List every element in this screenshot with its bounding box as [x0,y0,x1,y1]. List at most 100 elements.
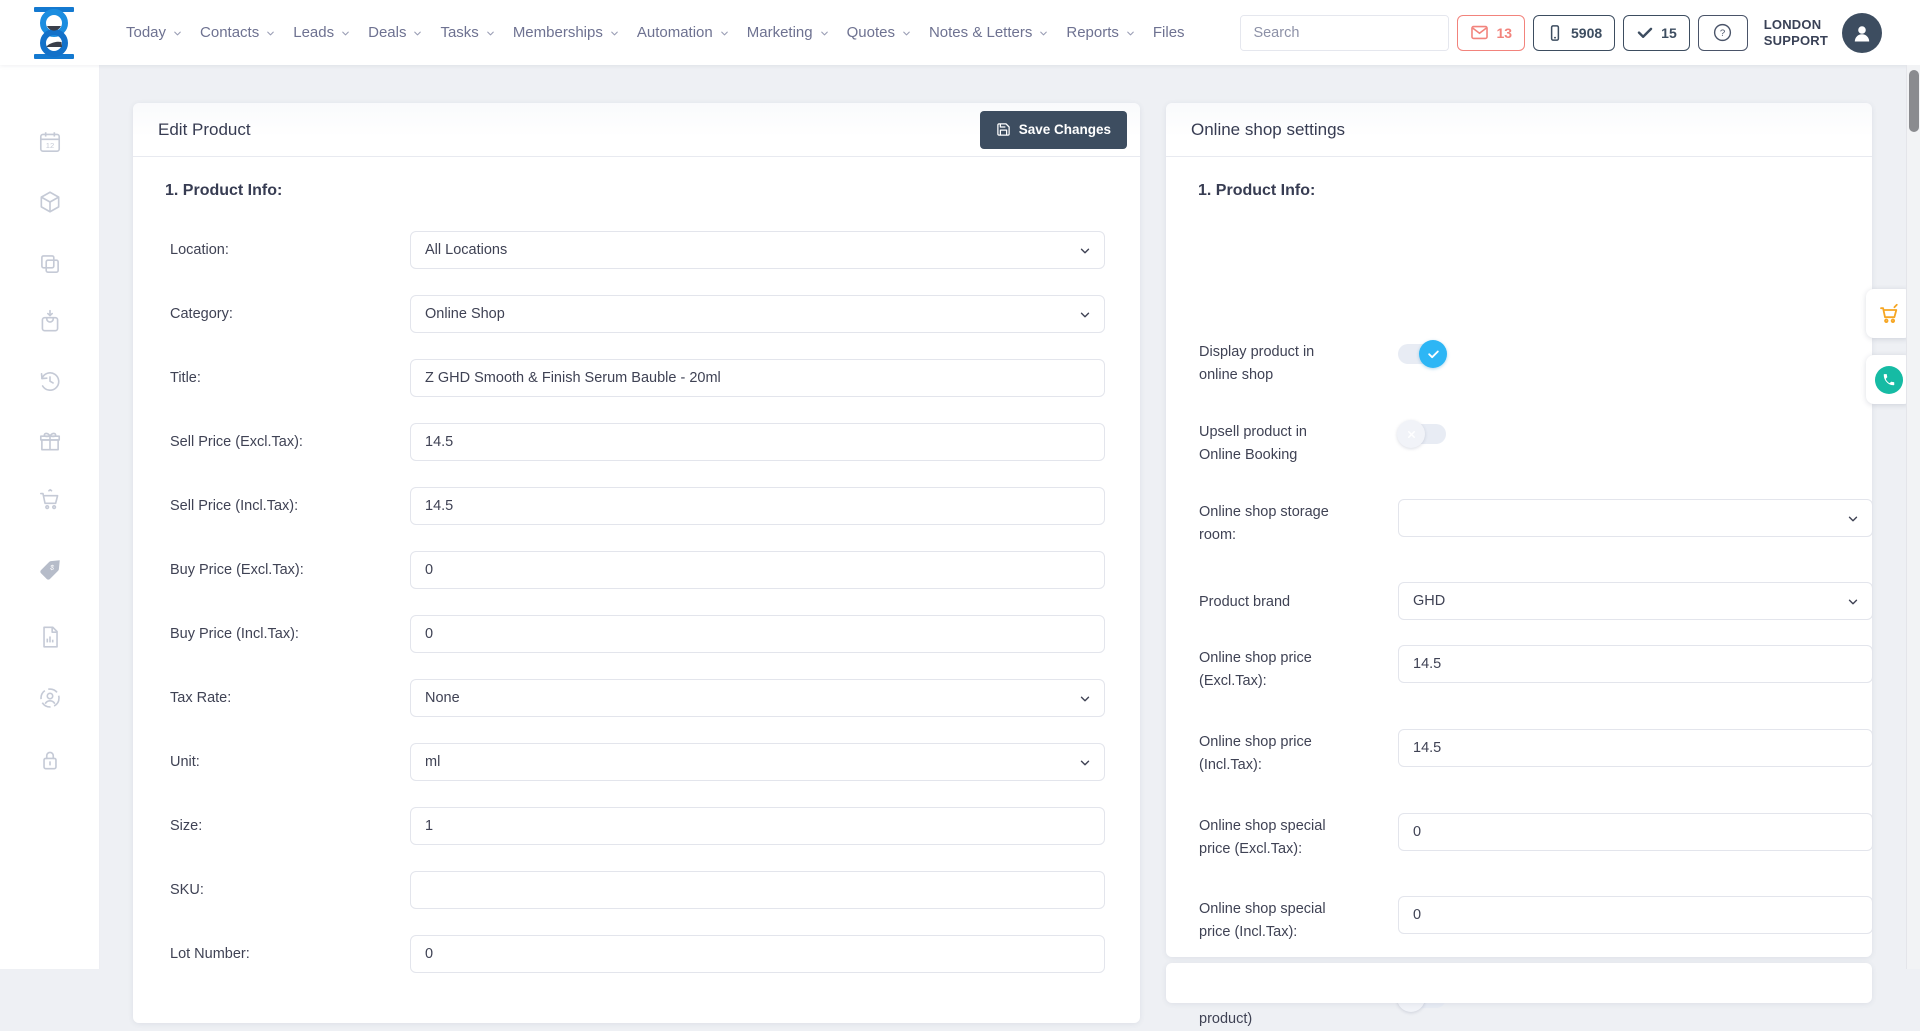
special-price-excl-field [1398,813,1873,851]
chevron-down-icon [1078,244,1092,258]
nav-item-notes-letters[interactable]: Notes & Letters [929,24,1049,41]
shop-price-incl-input[interactable] [1413,740,1858,756]
app-logo-hourglass-icon[interactable] [28,6,80,60]
nav-item-label: Contacts [200,24,259,41]
field-label-sku: SKU: [170,882,410,898]
location-select[interactable]: All Locations [410,231,1105,269]
nav-item-memberships[interactable]: Memberships [513,24,620,41]
chevron-down-icon [609,28,620,39]
lot-number-input[interactable] [425,946,1090,962]
product-brand-select[interactable]: GHD [1398,582,1873,620]
scrollbar-thumb[interactable] [1909,70,1919,132]
online-shop-header: Online shop settings [1166,103,1872,157]
sidebar-item-bag-receive-icon[interactable] [37,309,63,335]
sidebar-item-gift-icon[interactable] [37,428,63,454]
special-price-excl-input[interactable] [1413,824,1858,840]
global-search [1240,15,1449,51]
sell-price-excl-input[interactable] [425,434,1090,450]
online-shop-settings-panel: Online shop settings 1. Product Info: Di… [1166,103,1872,957]
unit-select[interactable]: ml [410,743,1105,781]
check-icon [1636,24,1654,42]
section-title-product-info-right: 1. Product Info: [1198,180,1872,202]
tax-rate-select[interactable]: None [410,679,1105,717]
sidebar-item-lock-icon[interactable] [37,747,63,773]
nav-item-label: Deals [368,24,406,41]
sidebar-item-calendar-icon[interactable]: 12 [37,129,63,155]
selected-value: ml [425,754,440,770]
nav-item-today[interactable]: Today [126,24,183,41]
mail-notifications-badge[interactable]: 13 [1457,15,1525,51]
buy-price-incl-input[interactable] [425,626,1090,642]
title-input[interactable] [425,370,1090,386]
sell-price-incl-input[interactable] [425,498,1090,514]
sidebar-item-account-icon[interactable] [37,685,63,711]
shop-price-excl-input[interactable] [1413,656,1858,672]
storage-room-select[interactable] [1398,499,1873,537]
search-input[interactable] [1241,16,1449,50]
selected-value: GHD [1413,593,1445,609]
chevron-down-icon [1078,756,1092,770]
tasks-badge[interactable]: 15 [1623,15,1690,51]
next-section-card-sliver [1166,963,1872,1003]
chevron-down-icon [1846,512,1860,526]
nav-item-label: Quotes [847,24,895,41]
sidebar-item-cart-icon[interactable] [37,487,63,513]
category-select[interactable]: Online Shop [410,295,1105,333]
title-field [410,359,1105,397]
calls-badge[interactable]: 5908 [1533,15,1615,51]
nav-item-tasks[interactable]: Tasks [440,24,495,41]
sidebar-item-package-icon[interactable] [37,189,63,215]
avatar[interactable] [1842,13,1882,53]
shop-price-excl-field [1398,645,1873,683]
chevron-down-icon [340,28,351,39]
sku-input[interactable] [425,882,1090,898]
nav-item-contacts[interactable]: Contacts [200,24,276,41]
main-menu: Today Contacts Leads Deals Tasks Memberships A… [126,24,1185,41]
nav-item-deals[interactable]: Deals [368,24,423,41]
sku-field [410,871,1105,909]
form-row-sku: SKU: [170,871,1140,909]
nav-item-label: Automation [637,24,713,41]
field-control-product-brand: GHD [1398,582,1873,620]
nav-item-quotes[interactable]: Quotes [847,24,912,41]
sidebar-item-price-tag-icon[interactable]: $ [37,557,63,583]
special-price-incl-input[interactable] [1413,907,1858,923]
save-changes-button[interactable]: Save Changes [980,111,1127,149]
chevron-down-icon [1078,692,1092,706]
cart-orange-icon [1877,302,1901,326]
sell-price-excl-field [410,423,1105,461]
field-control-shop-price-incl [1398,729,1873,767]
help-button[interactable]: ? [1698,15,1748,51]
user-name[interactable]: LONDON SUPPORT [1764,17,1828,49]
field-control-storage-room [1398,499,1873,537]
sidebar-item-history-icon[interactable] [37,368,63,394]
nav-item-label: Notes & Letters [929,24,1032,41]
calls-count: 5908 [1571,25,1602,41]
buy-price-excl-input[interactable] [425,562,1090,578]
form-row-buy-price-incl: Buy Price (Incl.Tax): [170,615,1140,653]
size-field [410,807,1105,845]
nav-item-label: Files [1153,24,1185,41]
nav-item-automation[interactable]: Automation [637,24,730,41]
panel-title: Online shop settings [1191,120,1345,140]
sidebar-item-sales-report-icon[interactable] [37,624,63,650]
chevron-down-icon [819,28,830,39]
field-label-tax-rate: Tax Rate: [170,690,410,706]
field-control-special-price-excl [1398,813,1873,851]
sidebar-item-copy-icon[interactable] [37,251,63,277]
field-label-buy-price-excl: Buy Price (Excl.Tax): [170,562,410,578]
nav-item-files[interactable]: Files [1153,24,1185,41]
buy-price-excl-field [410,551,1105,589]
field-label-upsell: Upsell product inOnline Booking [1199,421,1364,467]
nav-item-leads[interactable]: Leads [293,24,351,41]
display-in-shop-toggle[interactable] [1398,344,1446,364]
upsell-toggle[interactable] [1398,424,1446,444]
nav-item-reports[interactable]: Reports [1066,24,1136,41]
size-input[interactable] [425,818,1090,834]
form-row-category: Category:Online Shop [170,295,1140,333]
chevron-down-icon [412,28,423,39]
field-label-unit: Unit: [170,754,410,770]
field-label-category: Category: [170,306,410,322]
nav-item-marketing[interactable]: Marketing [747,24,830,41]
field-control-shop-price-excl [1398,645,1873,683]
